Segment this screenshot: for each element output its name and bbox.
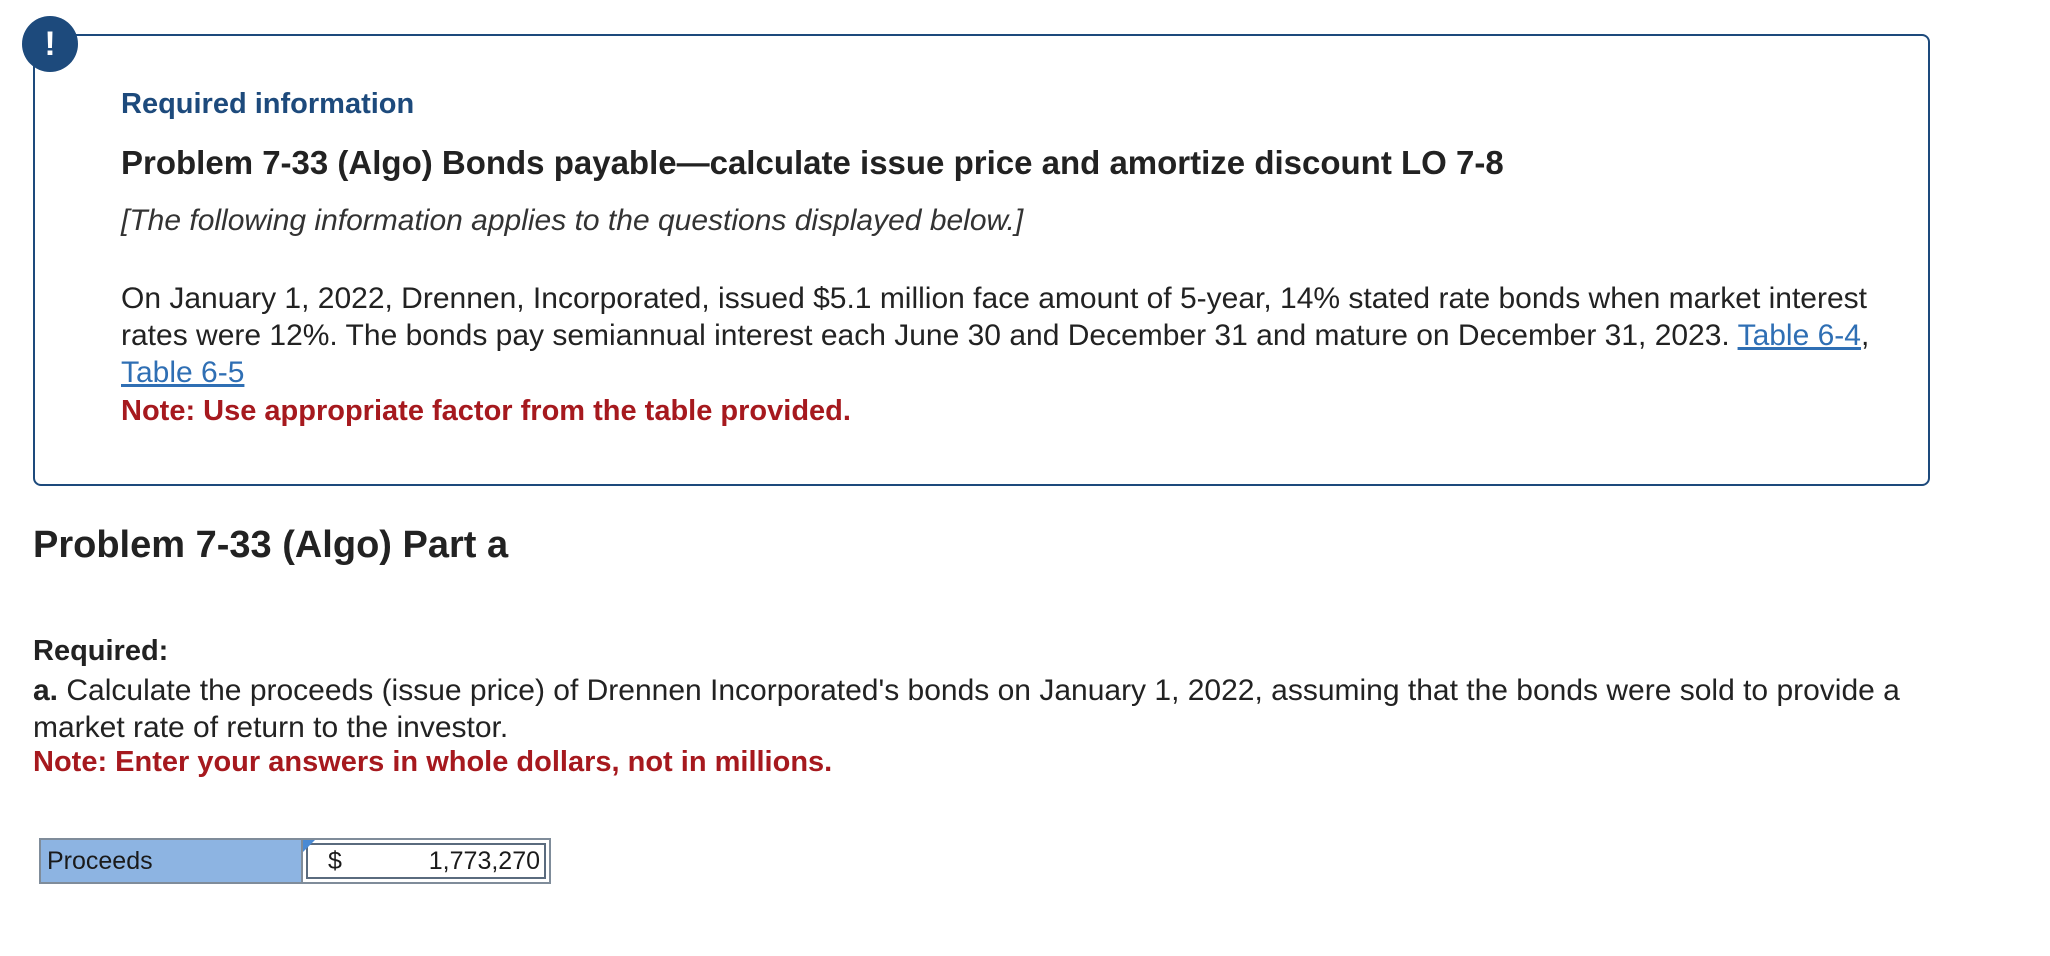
question-text: a. Calculate the proceeds (issue price) … bbox=[33, 672, 1913, 746]
question-body: Calculate the proceeds (issue price) of … bbox=[33, 674, 1900, 744]
required-label: Required: bbox=[33, 635, 169, 667]
proceeds-input-cell[interactable]: $ 1,773,270 bbox=[301, 838, 551, 884]
alert-icon: ! bbox=[22, 16, 78, 72]
question-letter: a. bbox=[33, 674, 59, 707]
link-separator: , bbox=[1860, 319, 1870, 352]
table-6-5-link[interactable]: Table 6-5 bbox=[121, 356, 244, 389]
applies-note: [The following information applies to th… bbox=[121, 204, 1024, 237]
whole-dollars-note: Note: Enter your answers in whole dollar… bbox=[33, 746, 833, 778]
problem-description-text: On January 1, 2022, Drennen, Incorporate… bbox=[121, 282, 1868, 352]
table-factor-note: Note: Use appropriate factor from the ta… bbox=[121, 395, 851, 427]
answer-table-row: Proceeds $ 1,773,270 bbox=[39, 838, 551, 884]
problem-description: On January 1, 2022, Drennen, Incorporate… bbox=[121, 280, 1911, 391]
part-heading: Problem 7-33 (Algo) Part a bbox=[33, 524, 509, 566]
required-information-title: Required information bbox=[121, 88, 415, 120]
flag-icon bbox=[303, 840, 315, 852]
currency-symbol: $ bbox=[328, 846, 342, 875]
exclamation-icon: ! bbox=[44, 24, 56, 63]
problem-heading: Problem 7-33 (Algo) Bonds payable—calcul… bbox=[121, 144, 1504, 181]
proceeds-value[interactable]: 1,773,270 bbox=[378, 847, 544, 876]
proceeds-label: Proceeds bbox=[39, 838, 301, 884]
required-information-box: Required information Problem 7-33 (Algo)… bbox=[33, 34, 1930, 486]
table-6-4-link[interactable]: Table 6-4 bbox=[1738, 319, 1861, 352]
proceeds-input[interactable]: $ 1,773,270 bbox=[306, 843, 546, 879]
